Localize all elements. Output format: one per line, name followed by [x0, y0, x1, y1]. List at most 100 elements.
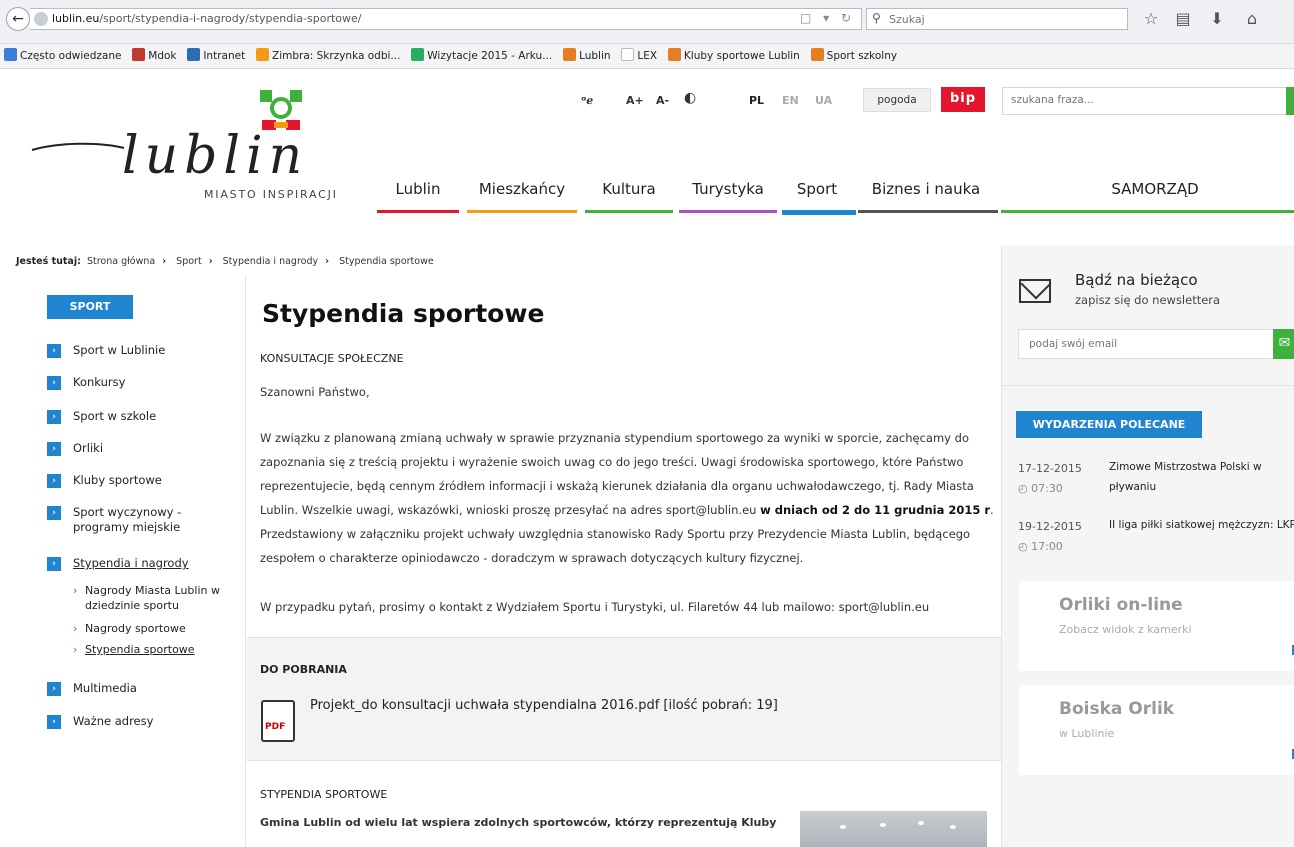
chevron-right-icon: › [73, 584, 78, 597]
search-icon: ⚲ [872, 11, 881, 25]
bookmark-item[interactable]: Zimbra: Skrzynka odbi... [252, 44, 403, 68]
chevron-right-icon: › [47, 557, 61, 571]
event-title[interactable]: Zimowe Mistrzostwa Polski w pływaniu [1109, 457, 1294, 497]
newsletter-title: Bądź na bieżąco [1075, 271, 1198, 289]
sidebar-subitem-active[interactable]: › Stypendia sportowe [73, 642, 233, 657]
body-paragraph: W związku z planowaną zmianą uchwały w s… [260, 431, 994, 565]
bookmark-item[interactable]: LEX [617, 44, 660, 68]
nav-mieszkancy[interactable]: Mieszkańcy [470, 180, 574, 198]
breadcrumb-item[interactable]: Strona główna [87, 256, 155, 267]
browser-search[interactable]: ⚲ [866, 8, 1128, 30]
nav-lublin[interactable]: Lublin [379, 180, 457, 198]
lang-en[interactable]: EN [782, 94, 799, 107]
bookmark-item[interactable]: Wizytacje 2015 - Arku... [407, 44, 555, 68]
site-search-button[interactable] [1286, 87, 1294, 115]
bookmark-icon [256, 48, 270, 61]
chevron-right-icon: › [47, 474, 61, 488]
chevron-right-icon: › [47, 344, 61, 358]
address-text: lublin.eu/sport/stypendia-i-nagrody/styp… [52, 12, 362, 25]
bookmark-icon [187, 48, 201, 61]
breadcrumb-label: Jesteś tutaj: [16, 256, 81, 267]
bookmark-icon [621, 48, 635, 61]
contrast-icon[interactable]: ◐ [684, 90, 696, 106]
bookmark-item[interactable]: Intranet [183, 44, 248, 68]
back-icon[interactable]: ← [6, 7, 30, 31]
clock-icon: ◴ [1018, 482, 1028, 495]
font-increase[interactable]: A+ [626, 94, 644, 107]
bookmark-icon [411, 48, 425, 61]
nav-biznes[interactable]: Biznes i nauka [862, 180, 990, 198]
address-bar[interactable]: lublin.eu/sport/stypendia-i-nagrody/styp… [30, 8, 862, 30]
sidebar-subitem[interactable]: › Nagrody sportowe [73, 621, 233, 636]
contrast-font-icon[interactable]: ᵅℯ [581, 94, 593, 107]
greeting-text: Szanowni Państwo, [260, 385, 370, 399]
event-title[interactable]: II liga piłki siatkowej mężczyzn: LKPS L… [1109, 515, 1294, 535]
download-link[interactable]: Projekt_do konsultacji uchwała stypendia… [310, 698, 778, 713]
event-time: ◴ 07:30 [1018, 482, 1063, 495]
nav-underline [377, 210, 459, 213]
bookmark-item[interactable]: Mdok [128, 44, 179, 68]
bookmark-icon [810, 48, 824, 61]
bookmark-item[interactable]: Często odwiedzane [0, 44, 124, 68]
right-column: Bądź na bieżąco zapisz się do newsletter… [1001, 245, 1294, 847]
sidebar: SPORT › Sport w Lublinie › Konkursy › Sport… [0, 275, 246, 847]
breadcrumb-item[interactable]: Stypendia i nagrody [223, 256, 318, 267]
chevron-right-icon: › [47, 376, 61, 390]
city-crest-icon [260, 90, 302, 130]
sidebar-heading[interactable]: SPORT [47, 295, 133, 319]
weather-button[interactable]: pogoda [863, 88, 931, 112]
intro-paragraph: Gmina Lublin od wielu lat wspiera zdolny… [260, 816, 777, 829]
breadcrumb-item[interactable]: Sport [176, 256, 202, 267]
lang-pl[interactable]: PL [749, 94, 764, 107]
reading-list-icon[interactable]: ▤ [1172, 8, 1194, 30]
envelope-icon [1019, 279, 1051, 303]
newsletter-email-input[interactable] [1018, 329, 1274, 359]
star-icon[interactable]: ☆ [1140, 8, 1162, 30]
chevron-right-icon: › [73, 622, 78, 635]
reload-icon[interactable]: □ ▾ ↻ [800, 11, 855, 25]
site-header: lublin MIASTO INSPIRACJI ᵅℯ A+ A- ◐ PL E… [0, 70, 1294, 220]
nav-samorzad[interactable]: SAMORZĄD [1080, 180, 1230, 198]
breadcrumb-item: Stypendia sportowe [339, 256, 434, 267]
nav-underline [467, 210, 577, 213]
download-icon[interactable]: ⬇ [1206, 8, 1228, 30]
orliki-online-box[interactable]: Orliki on-line Zobacz widok z kamerki [1019, 581, 1294, 671]
contact-paragraph: W przypadku pytań, prosimy o kontakt z W… [260, 600, 930, 614]
event-date: 19-12-2015 [1018, 520, 1082, 533]
nav-underline-active [782, 210, 856, 215]
downloads-title: DO POBRANIA [260, 663, 347, 676]
browser-search-input[interactable] [889, 11, 1119, 27]
section-heading: KONSULTACJE SPOŁECZNE [260, 352, 404, 365]
nav-kultura[interactable]: Kultura [588, 180, 670, 198]
browser-toolbar: ← lublin.eu/sport/stypendia-i-nagrody/st… [0, 0, 1294, 44]
site-search-input[interactable] [1011, 94, 1271, 106]
nav-underline [585, 210, 673, 213]
event-date: 17-12-2015 [1018, 462, 1082, 475]
bookmark-item[interactable]: Kluby sportowe Lublin [664, 44, 803, 68]
clock-icon: ◴ [1018, 540, 1028, 553]
box-title: Orliki on-line [1059, 595, 1183, 615]
event-time: ◴ 17:00 [1018, 540, 1063, 553]
sidebar-subitem[interactable]: › Nagrody Miasta Lublin w dziedzinie spor… [73, 583, 233, 613]
chevron-right-icon: › [47, 506, 61, 520]
home-icon[interactable]: ⌂ [1241, 8, 1263, 30]
newsletter-subtitle: zapisz się do newslettera [1075, 293, 1221, 307]
bookmark-icon [132, 48, 146, 61]
logo-swoosh-icon [31, 142, 125, 151]
box-subtitle: Zobacz widok z kamerki [1059, 623, 1192, 636]
bookmark-icon [4, 48, 17, 61]
nav-sport[interactable]: Sport [786, 180, 848, 198]
globe-icon [34, 12, 48, 26]
lang-ua[interactable]: UA [815, 94, 832, 107]
pdf-icon: PDF [261, 700, 295, 742]
font-decrease[interactable]: A- [656, 94, 669, 107]
chevron-right-icon: › [47, 715, 61, 729]
bookmark-item[interactable]: Sport szkolny [807, 44, 900, 68]
main-content: Stypendia sportowe KONSULTACJE SPOŁECZNE… [247, 275, 1001, 847]
nav-turystyka[interactable]: Turystyka [682, 180, 774, 198]
bookmark-item[interactable]: Lublin [559, 44, 613, 68]
boiska-orlik-box[interactable]: Boiska Orlik w Lublinie [1019, 685, 1294, 775]
bip-button[interactable]: bip [941, 87, 985, 112]
newsletter-submit-button[interactable]: ✉ [1273, 329, 1294, 359]
chevron-right-icon: › [47, 442, 61, 456]
